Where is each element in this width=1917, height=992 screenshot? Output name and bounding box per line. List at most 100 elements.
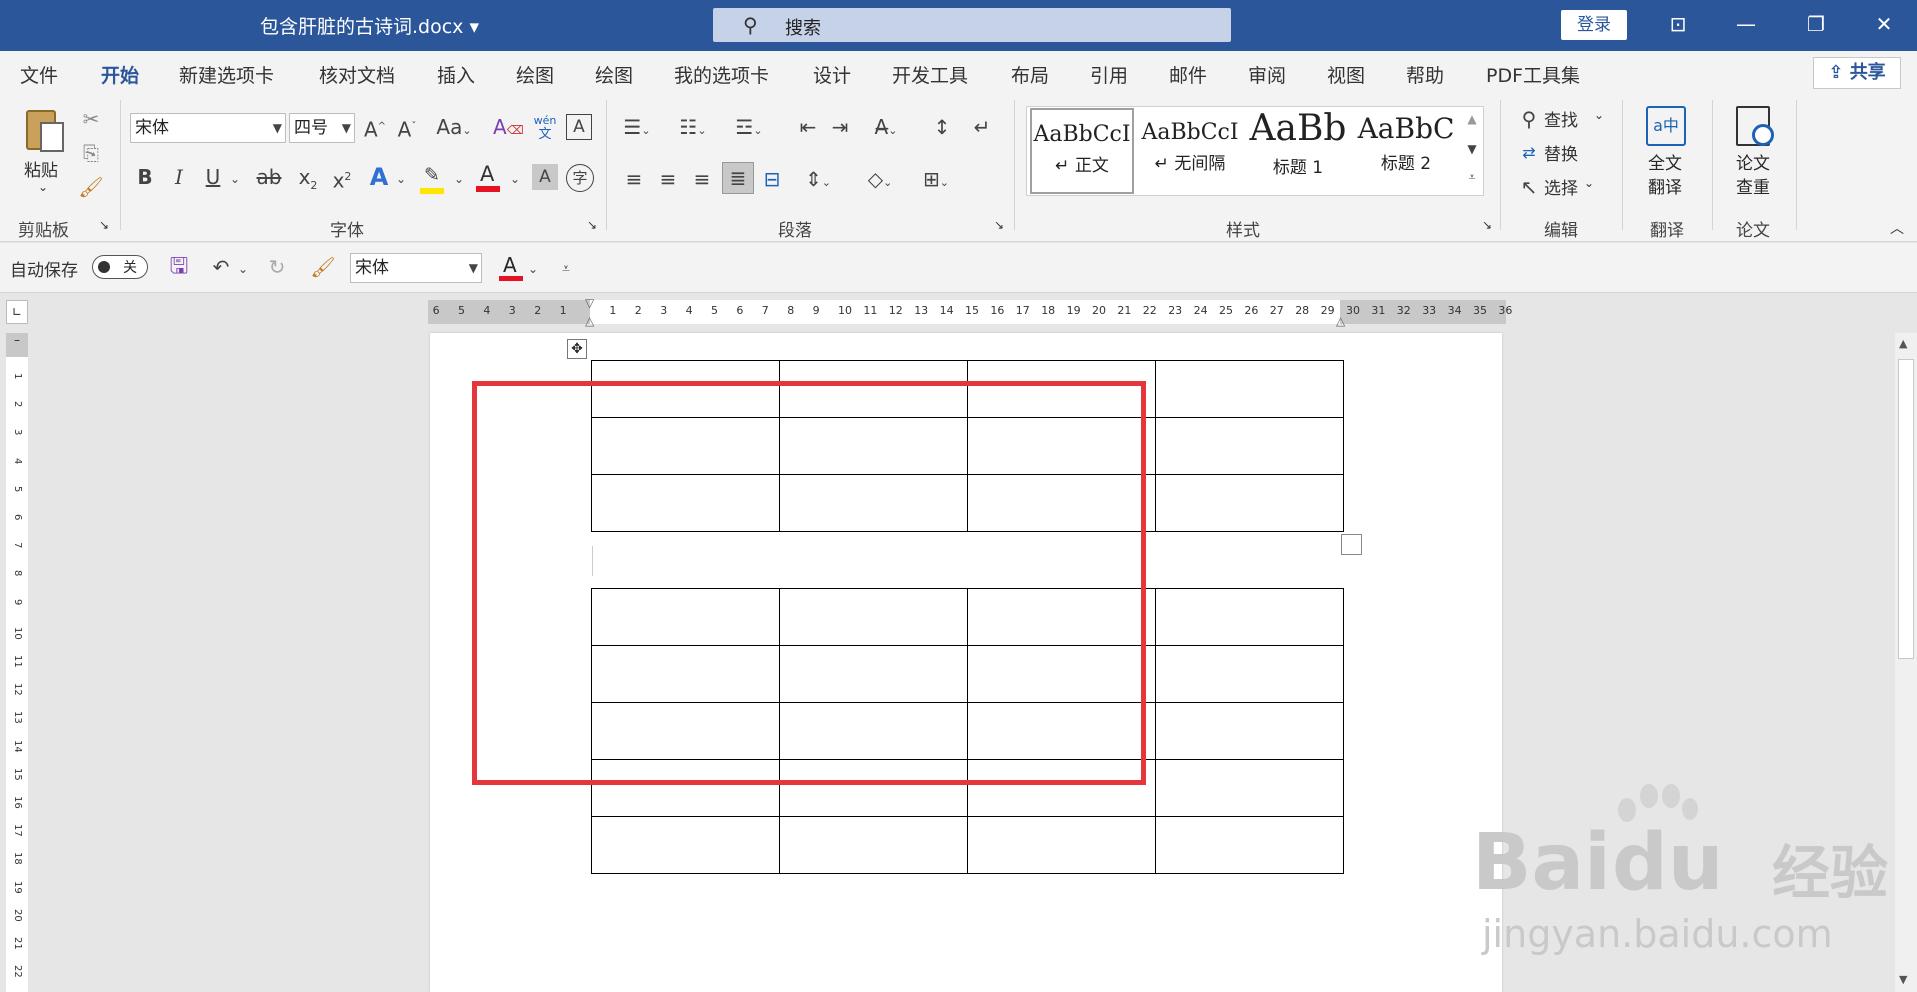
cut-icon[interactable]: ✂ bbox=[78, 104, 104, 134]
clipboard-launcher-icon[interactable]: ↘ bbox=[99, 218, 109, 232]
align-right-icon[interactable]: ≡ bbox=[688, 164, 716, 194]
font-size-combo[interactable]: 四号 ▼ bbox=[289, 113, 355, 143]
sort-icon[interactable]: ↕ bbox=[928, 112, 956, 142]
tab-design[interactable]: 设计 bbox=[813, 61, 851, 88]
underline-dropdown-icon[interactable]: ⌄ bbox=[228, 164, 242, 194]
table-cell[interactable] bbox=[1155, 645, 1344, 703]
undo-icon[interactable]: ↶ bbox=[206, 252, 236, 282]
borders-icon[interactable]: ⊞⌄ bbox=[916, 164, 956, 198]
grow-font-icon[interactable]: A^ bbox=[361, 112, 389, 145]
select-dropdown-icon[interactable]: ⌄ bbox=[1584, 176, 1594, 190]
tab-references[interactable]: 引用 bbox=[1090, 61, 1128, 88]
style-heading-2[interactable]: AaBbC 标题 2 bbox=[1354, 108, 1458, 194]
select-label[interactable]: 选择 bbox=[1544, 174, 1578, 199]
align-center-icon[interactable]: ≡ bbox=[654, 164, 682, 194]
style-normal[interactable]: AaBbCcI ↵ 正文 bbox=[1030, 108, 1134, 194]
format-painter-qat-icon[interactable]: 🖌 bbox=[308, 252, 338, 282]
hanging-indent-icon[interactable]: △ bbox=[585, 314, 594, 328]
character-border-icon[interactable]: A bbox=[566, 114, 592, 140]
underline-icon[interactable]: U bbox=[200, 162, 226, 192]
ribbon-display-options-icon[interactable]: ⊡ bbox=[1650, 0, 1706, 51]
format-painter-icon[interactable]: 🖌 bbox=[78, 172, 104, 202]
table-move-handle-icon[interactable]: ✥ bbox=[567, 339, 587, 359]
vertical-ruler[interactable]: – 1 2 3 4 5 6 7 8 9 10 11 12 13 14 15 16 17 18 19 20 21 22 bbox=[6, 333, 28, 992]
font-color-icon[interactable]: A bbox=[474, 162, 504, 194]
first-line-indent-icon[interactable]: ▽ bbox=[585, 296, 594, 310]
customize-qat-icon[interactable]: ⩡ bbox=[556, 254, 576, 284]
qat-font-color-icon[interactable]: A bbox=[498, 253, 524, 283]
clear-formatting-icon[interactable]: A⌫ bbox=[493, 112, 524, 145]
justify-icon[interactable]: ≣ bbox=[722, 162, 754, 194]
share-button[interactable]: ⇪ 共享 bbox=[1813, 57, 1901, 89]
tab-review[interactable]: 审阅 bbox=[1248, 61, 1286, 88]
tab-check-document[interactable]: 核对文档 bbox=[319, 61, 395, 88]
styles-launcher-icon[interactable]: ↘ bbox=[1482, 218, 1492, 232]
qat-font-combo[interactable]: 宋体 ▼ bbox=[350, 253, 482, 283]
paper-check-icon[interactable] bbox=[1736, 106, 1774, 146]
close-icon[interactable]: ✕ bbox=[1856, 0, 1912, 51]
scroll-up-icon[interactable]: ▲ bbox=[1899, 337, 1907, 350]
horizontal-ruler[interactable]: 6 5 4 3 2 1 1 2 3 4 5 6 7 8 9 10 11 12 13 14 15 16 17 18 19 20 21 2… bbox=[428, 296, 1512, 328]
autosave-toggle[interactable]: 关 bbox=[92, 255, 148, 279]
document-title[interactable]: 包含肝脏的古诗词.docx ▾ bbox=[260, 12, 479, 39]
tab-selector-icon[interactable]: ∟ bbox=[6, 300, 28, 324]
decrease-indent-icon[interactable]: ⇤ bbox=[794, 112, 822, 142]
numbering-icon[interactable]: ☷⌄ bbox=[676, 112, 710, 146]
minimize-icon[interactable]: — bbox=[1718, 0, 1774, 51]
shading-icon[interactable]: ◇⌄ bbox=[860, 164, 900, 198]
tab-pdf-tools[interactable]: PDF工具集 bbox=[1486, 61, 1580, 88]
table-cell[interactable] bbox=[779, 816, 968, 874]
table-cell[interactable] bbox=[1155, 816, 1344, 874]
highlight-icon[interactable]: ✎ bbox=[418, 164, 448, 194]
tab-home[interactable]: 开始 bbox=[101, 61, 140, 97]
tab-file[interactable]: 文件 bbox=[20, 61, 58, 88]
phonetic-guide-icon[interactable]: wén 文 bbox=[530, 114, 560, 144]
find-icon[interactable]: ⚲ bbox=[1516, 104, 1542, 134]
enclose-characters-icon[interactable]: 字 bbox=[566, 164, 594, 192]
multilevel-list-icon[interactable]: ☲⌄ bbox=[732, 112, 766, 146]
full-translate-button[interactable]: 全文 翻译 bbox=[1648, 152, 1682, 200]
table-cell[interactable] bbox=[1155, 360, 1344, 418]
tab-insert[interactable]: 插入 bbox=[437, 61, 475, 88]
copy-icon[interactable]: ⎘ bbox=[78, 138, 104, 168]
styles-scroll-down-icon[interactable]: ▼ bbox=[1462, 134, 1482, 164]
character-shading-icon[interactable]: A bbox=[532, 164, 558, 190]
font-launcher-icon[interactable]: ↘ bbox=[587, 218, 597, 232]
scroll-thumb[interactable] bbox=[1898, 359, 1914, 659]
text-effects-dropdown-icon[interactable]: ⌄ bbox=[394, 164, 408, 194]
right-indent-icon[interactable]: △ bbox=[1336, 314, 1345, 328]
redo-icon[interactable]: ↻ bbox=[262, 252, 292, 282]
table-cell[interactable] bbox=[1155, 417, 1344, 475]
text-effects-icon[interactable]: A bbox=[364, 162, 394, 192]
table-resize-handle[interactable] bbox=[1341, 534, 1362, 555]
bold-icon[interactable]: B bbox=[132, 162, 158, 192]
shrink-font-icon[interactable]: Aˇ bbox=[393, 112, 421, 145]
find-label[interactable]: 查找 bbox=[1544, 106, 1578, 131]
undo-dropdown-icon[interactable]: ⌄ bbox=[236, 254, 250, 284]
paragraph-launcher-icon[interactable]: ↘ bbox=[994, 218, 1004, 232]
select-icon[interactable]: ↖ bbox=[1516, 172, 1542, 202]
align-left-icon[interactable]: ≡ bbox=[620, 164, 648, 194]
change-case-icon[interactable]: Aa⌄ bbox=[434, 112, 474, 146]
bullets-icon[interactable]: ☰⌄ bbox=[620, 112, 654, 146]
login-button[interactable]: 登录 bbox=[1561, 10, 1627, 40]
table-cell[interactable] bbox=[591, 816, 780, 874]
table-cell[interactable] bbox=[1155, 702, 1344, 760]
highlight-dropdown-icon[interactable]: ⌄ bbox=[452, 164, 466, 194]
paste-icon[interactable] bbox=[22, 104, 68, 154]
replace-label[interactable]: 替换 bbox=[1544, 140, 1578, 165]
style-no-spacing[interactable]: AaBbCcI ↵ 无间隔 bbox=[1138, 108, 1242, 194]
strikethrough-icon[interactable]: ab bbox=[254, 162, 284, 192]
tab-my-tab[interactable]: 我的选项卡 bbox=[674, 61, 769, 88]
chinese-layout-icon[interactable]: A̶⌄ bbox=[866, 112, 906, 146]
replace-icon[interactable]: ⇄ bbox=[1516, 138, 1542, 168]
save-icon[interactable]: 🖫 bbox=[164, 252, 194, 282]
tab-draw-1[interactable]: 绘图 bbox=[516, 61, 554, 88]
restore-icon[interactable]: ❐ bbox=[1788, 0, 1844, 51]
subscript-icon[interactable]: x2 bbox=[294, 162, 322, 201]
tab-layout[interactable]: 布局 bbox=[1011, 61, 1049, 88]
show-formatting-icon[interactable]: ↵ bbox=[968, 112, 996, 142]
styles-scroll-up-icon[interactable]: ▲ bbox=[1462, 104, 1482, 134]
search-box[interactable]: ⚲ 搜索 bbox=[713, 8, 1231, 42]
find-dropdown-icon[interactable]: ⌄ bbox=[1594, 108, 1604, 122]
